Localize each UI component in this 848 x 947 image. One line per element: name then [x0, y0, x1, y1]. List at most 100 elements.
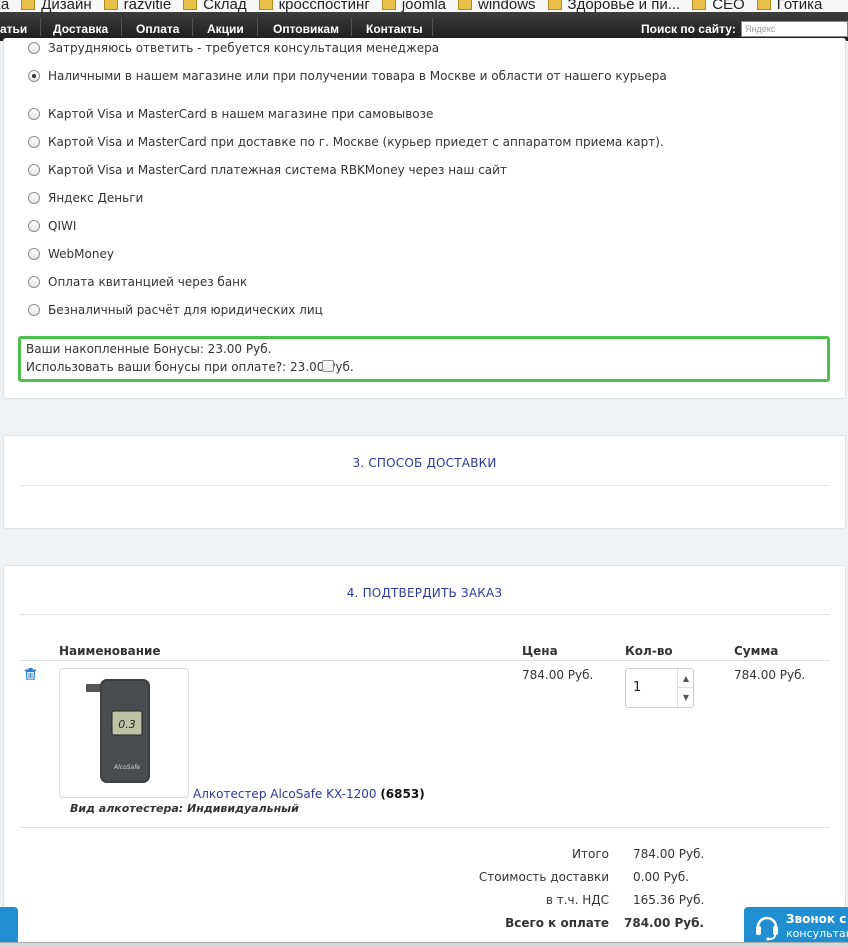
bookmark-item[interactable]: Склад [183, 0, 247, 12]
search-label: Поиск по сайту: [641, 22, 736, 36]
bookmark-label: razvitie [123, 0, 172, 12]
bookmark-label: Здоровье и пи... [567, 0, 681, 12]
bookmark-label: Склад [203, 0, 247, 12]
bookmark-label: ка [0, 0, 10, 12]
folder-icon [21, 0, 36, 10]
bookmark-item[interactable]: кросспостинг [258, 0, 370, 12]
headset-icon [756, 916, 778, 941]
payment-option-label: Наличными в нашем магазине или при получ… [48, 69, 667, 83]
payment-radio[interactable] [28, 304, 40, 316]
callback-widget[interactable]: Звонок с консультан [744, 907, 848, 947]
bonus-use-label: Использовать ваши бонусы при оплате?: 23… [26, 360, 354, 374]
folder-icon [547, 0, 562, 10]
delivery-method-panel: 3. СПОСОБ ДОСТАВКИ [3, 435, 846, 529]
payment-radio[interactable] [28, 192, 40, 204]
payment-option-label: Яндекс Деньги [48, 191, 144, 205]
folder-icon [103, 0, 118, 10]
bookmark-item[interactable]: Готика [756, 0, 823, 12]
browser-bottom-bar [0, 942, 848, 947]
nav-separator [121, 18, 122, 36]
nav-item-contacts[interactable]: Контакты [366, 22, 423, 36]
product-link[interactable]: Алкотестер AlcoSafe KX-1200 [193, 787, 376, 801]
payment-radio[interactable] [28, 108, 40, 120]
folder-icon [756, 0, 771, 10]
nav-separator [192, 18, 193, 36]
nav-item-delivery[interactable]: Доставка [53, 22, 108, 36]
site-navbar: атьи Доставка Оплата Акции Оптовикам Кон… [0, 12, 848, 41]
payment-option-label: Картой Visa и MasterCard в нашем магазин… [48, 107, 434, 121]
total-value: 165.36 Руб. [633, 893, 705, 907]
product-name-cell: Алкотестер AlcoSafe KX-1200 (6853) [193, 787, 425, 801]
payment-radio[interactable] [28, 70, 40, 82]
total-value: 784.00 Руб. [633, 847, 705, 861]
bookmark-item[interactable]: windows [458, 0, 536, 12]
total-label: Стоимость доставки [478, 870, 609, 884]
payment-radio[interactable] [28, 220, 40, 232]
bonus-box: Ваши накопленные Бонусы: 23.00 Руб. Испо… [18, 336, 830, 382]
payment-option-label: Картой Visa и MasterCard при доставке по… [48, 135, 664, 149]
total-label: в т.ч. НДС [545, 893, 609, 907]
chevron-down-icon[interactable]: ▼ [678, 688, 694, 707]
bookmark-label: windows [478, 0, 536, 12]
nav-item-promotions[interactable]: Акции [207, 22, 244, 36]
product-image[interactable]: 0.3 AlcoSafe [59, 668, 189, 798]
payment-option-label: Картой Visa и MasterCard платежная систе… [48, 163, 507, 177]
bookmark-label: кросспостинг [278, 0, 370, 12]
search-input[interactable]: Яндекс [741, 21, 848, 37]
callback-title: Звонок с [786, 912, 847, 926]
quantity-stepper[interactable]: 1 ▲ ▼ [625, 668, 694, 708]
bookmark-item[interactable]: Дизайн [21, 0, 92, 12]
bookmark-item[interactable]: CEO [692, 0, 745, 12]
divider [19, 614, 830, 615]
bookmark-item[interactable]: Здоровье и пи... [547, 0, 681, 12]
quantity-value[interactable]: 1 [633, 680, 641, 695]
bookmarks-bar: ка Дизайн razvitie Склад кросспостинг joomla w… [0, 0, 848, 12]
column-header-sum: Сумма [734, 644, 779, 658]
bookmark-item[interactable]: ка [0, 0, 10, 12]
brand-label: AlcoSafe [113, 764, 140, 771]
bookmark-label: Дизайн [41, 0, 92, 12]
product-price: 784.00 Руб. [522, 668, 594, 682]
column-header-name: Наименование [59, 644, 161, 658]
quantity-spinner: ▲ ▼ [677, 669, 694, 707]
side-widget[interactable] [0, 907, 18, 947]
payment-option-label: WebMoney [48, 247, 114, 261]
product-code: (6853) [380, 787, 425, 801]
payment-radio[interactable] [28, 276, 40, 288]
folder-icon [381, 0, 396, 10]
payment-radio[interactable] [28, 248, 40, 260]
delivery-section-title: 3. СПОСОБ ДОСТАВКИ [352, 456, 497, 470]
folder-icon [258, 0, 273, 10]
bookmark-item[interactable]: joomla [381, 0, 446, 12]
nav-item-articles[interactable]: атьи [0, 22, 27, 36]
bonus-accumulated: Ваши накопленные Бонусы: 23.00 Руб. [26, 342, 272, 356]
nav-separator [432, 18, 433, 36]
total-value: 784.00 Руб. [624, 916, 705, 930]
nav-item-wholesale[interactable]: Оптовикам [273, 22, 339, 36]
callback-subtitle: консультан [786, 927, 848, 940]
nav-separator [351, 18, 352, 36]
bookmark-item[interactable]: razvitie [103, 0, 172, 12]
bookmark-label: CEO [712, 0, 745, 12]
bookmark-label: Готика [776, 0, 823, 12]
folder-icon [692, 0, 707, 10]
total-label: Всего к оплате [505, 916, 609, 930]
divider [19, 827, 830, 828]
trash-icon[interactable] [25, 668, 36, 680]
payment-radio[interactable] [28, 136, 40, 148]
payment-option-label: Безналичный расчёт для юридических лиц [48, 303, 323, 317]
chevron-up-icon[interactable]: ▲ [678, 669, 694, 688]
payment-radio[interactable] [28, 42, 40, 54]
nav-item-payment[interactable]: Оплата [136, 22, 179, 36]
column-header-price: Цена [522, 644, 558, 658]
payment-option-label: Оплата квитанцией через банк [48, 275, 248, 289]
display-reading: 0.3 [118, 718, 136, 731]
product-sum: 784.00 Руб. [734, 668, 806, 682]
alcotester-image: 0.3 AlcoSafe [86, 679, 150, 783]
total-value: 0.00 Руб. [633, 870, 690, 884]
total-label: Итого [572, 847, 609, 861]
payment-option-label: QIWI [48, 219, 77, 233]
bookmark-label: joomla [401, 0, 446, 12]
payment-radio[interactable] [28, 164, 40, 176]
use-bonus-checkbox[interactable] [322, 360, 334, 372]
